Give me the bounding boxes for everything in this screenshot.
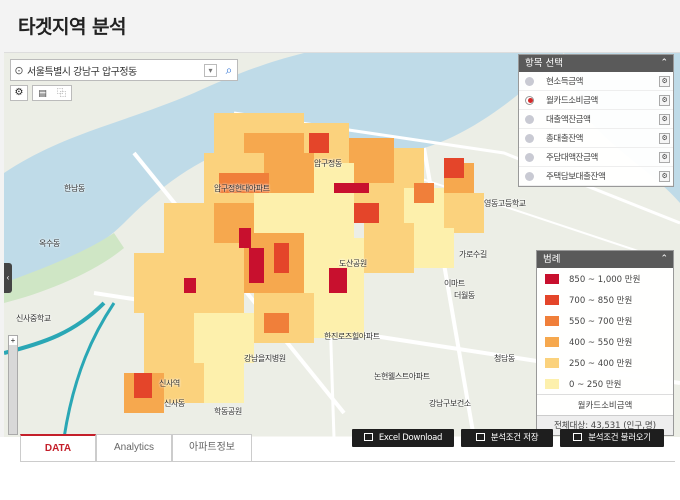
search-icon[interactable]: ⌕	[221, 63, 237, 78]
item-settings-icon[interactable]: ⚙	[659, 94, 670, 106]
legend-swatch	[545, 357, 559, 368]
tab-apartment-info[interactable]: 아파트정보	[172, 434, 252, 461]
legend-swatch	[545, 315, 559, 326]
legend-label: 400 ~ 550 만원	[569, 337, 633, 348]
save-icon	[475, 433, 485, 441]
zoom-in-button[interactable]: +	[9, 336, 17, 345]
legend-title: 범례	[543, 254, 561, 265]
map-label: 압구정동	[314, 159, 342, 168]
item-settings-icon[interactable]: ⚙	[659, 113, 670, 125]
legend-row: 700 ~ 850 만원	[537, 289, 673, 310]
map-view-tool-group: ▤ ⿻	[32, 85, 72, 101]
excel-icon	[363, 433, 373, 441]
legend-label: 550 ~ 700 만원	[569, 316, 633, 327]
radio-button[interactable]	[525, 76, 534, 86]
item-select-panel: 항목 선택 ⌃ 현소득금액 ⚙ 월카드소비금액 ⚙ 대출액잔금액 ⚙ 총대출잔액…	[518, 54, 674, 187]
item-option-label: 현소득금액	[546, 77, 584, 87]
item-option[interactable]: 총대출잔액 ⚙	[519, 129, 673, 148]
item-settings-icon[interactable]: ⚙	[659, 132, 670, 144]
tab-divider	[20, 461, 675, 462]
map-label: 옥수동	[39, 239, 60, 248]
legend-row: 550 ~ 700 만원	[537, 310, 673, 331]
map-label: 한진로즈힐아파트	[324, 332, 380, 341]
radio-button[interactable]	[525, 114, 534, 124]
load-conditions-label: 분석조건 불러오기	[588, 433, 651, 443]
map-label: 신사중학교	[16, 314, 51, 323]
map-label: 강남을지병원	[244, 354, 286, 363]
legend-swatch	[545, 273, 559, 284]
save-conditions-label: 분석조건 저장	[490, 433, 539, 443]
map-label: 도산공원	[339, 259, 367, 268]
legend-metric-name: 월카드소비금액	[537, 394, 673, 415]
collapse-icon[interactable]: ⌃	[660, 251, 668, 268]
item-option-label: 주담대액잔금액	[546, 153, 598, 163]
radio-button[interactable]	[525, 133, 534, 143]
legend-label: 0 ~ 250 만원	[569, 379, 622, 390]
layer-list-icon[interactable]: ▤	[33, 86, 52, 100]
legend-swatch	[545, 378, 559, 389]
legend-swatch	[545, 294, 559, 305]
item-option[interactable]: 대출액잔금액 ⚙	[519, 110, 673, 129]
legend-label: 250 ~ 400 만원	[569, 358, 633, 369]
item-select-title: 항목 선택	[525, 58, 563, 69]
map-label: 더월동	[454, 291, 475, 300]
item-select-header: 항목 선택 ⌃	[519, 55, 673, 72]
tab-data[interactable]: DATA	[20, 434, 96, 461]
map-label: 논현웰스트아파트	[374, 372, 430, 381]
item-settings-icon[interactable]: ⚙	[659, 170, 670, 182]
legend-row: 850 ~ 1,000 만원	[537, 268, 673, 289]
excel-download-button[interactable]: Excel Download	[352, 429, 454, 447]
item-option[interactable]: 주택담보대출잔액 ⚙	[519, 167, 673, 186]
radio-button-selected[interactable]	[525, 95, 534, 105]
map-label: 학동공원	[214, 407, 242, 416]
radio-button[interactable]	[525, 171, 534, 181]
legend-row: 400 ~ 550 만원	[537, 331, 673, 352]
legend-panel: 범례 ⌃ 850 ~ 1,000 만원 700 ~ 850 만원 550 ~ 7…	[536, 250, 674, 436]
side-panel-toggle[interactable]: ‹	[4, 263, 12, 293]
excel-download-label: Excel Download	[378, 433, 443, 443]
collapse-icon[interactable]: ⌃	[660, 55, 668, 72]
legend-row: 250 ~ 400 만원	[537, 352, 673, 373]
legend-row: 0 ~ 250 만원	[537, 373, 673, 394]
map-label: 이마트	[444, 279, 465, 288]
map-label: 청담동	[494, 354, 515, 363]
item-option-label: 월카드소비금액	[546, 96, 598, 106]
map-label: 압구정현대아파트	[214, 184, 270, 193]
item-option[interactable]: 월카드소비금액 ⚙	[519, 91, 673, 110]
legend-label: 850 ~ 1,000 만원	[569, 274, 641, 285]
item-option-label: 대출액잔금액	[546, 115, 591, 125]
map-label: 강남구보건소	[429, 399, 471, 408]
load-icon	[573, 433, 583, 441]
zoom-slider[interactable]: +	[8, 335, 18, 435]
legend-label: 700 ~ 850 만원	[569, 295, 633, 306]
map-label: 한남동	[64, 184, 85, 193]
item-settings-icon[interactable]: ⚙	[659, 75, 670, 87]
item-option-label: 총대출잔액	[546, 134, 584, 144]
item-option-label: 주택담보대출잔액	[546, 172, 606, 182]
map-label: 가로수길	[459, 250, 487, 259]
load-conditions-button[interactable]: 분석조건 불러오기	[560, 429, 664, 447]
page-title: 타겟지역 분석	[18, 16, 127, 38]
save-conditions-button[interactable]: 분석조건 저장	[461, 429, 553, 447]
map-label: 신사동	[164, 399, 185, 408]
tab-analytics[interactable]: Analytics	[96, 434, 172, 461]
map-label: 신사역	[159, 379, 180, 388]
layer-overlay-icon[interactable]: ⿻	[52, 86, 71, 100]
address-search-box[interactable]: ⊙ 서울특별시 강남구 압구정동 ▾ ⌕	[10, 59, 238, 81]
item-option[interactable]: 주담대액잔금액 ⚙	[519, 148, 673, 167]
settings-tool-button[interactable]: ⚙	[10, 85, 28, 101]
map-label: 영동고등학교	[484, 199, 526, 208]
location-pin-icon: ⊙	[14, 63, 24, 77]
tab-bar: DATA Analytics 아파트정보	[20, 434, 252, 461]
item-option[interactable]: 현소득금액 ⚙	[519, 72, 673, 91]
chevron-down-icon[interactable]: ▾	[204, 63, 217, 77]
address-search-input[interactable]: 서울특별시 강남구 압구정동	[27, 63, 204, 78]
item-settings-icon[interactable]: ⚙	[659, 151, 670, 163]
radio-button[interactable]	[525, 152, 534, 162]
legend-swatch	[545, 336, 559, 347]
legend-header: 범례 ⌃	[537, 251, 673, 268]
